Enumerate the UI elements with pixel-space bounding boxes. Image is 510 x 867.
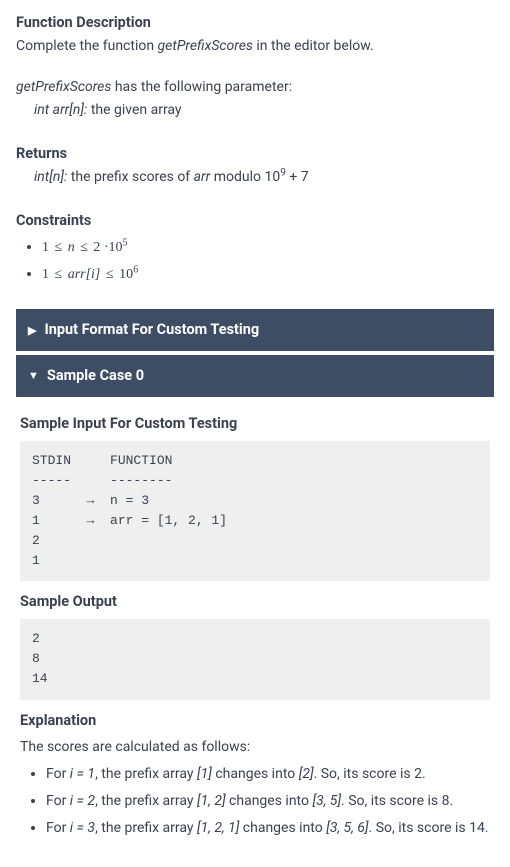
e1-d: . So, its score is 2. bbox=[314, 766, 426, 782]
c1-sup: 5 bbox=[123, 238, 128, 249]
e1-c: changes into bbox=[212, 766, 299, 782]
c2-le2: ≤ bbox=[104, 267, 116, 282]
param-intro-tail: has the following parameter: bbox=[111, 79, 292, 95]
e2-b: , the prefix array bbox=[95, 793, 197, 809]
chevron-down-icon: ▼ bbox=[28, 370, 39, 381]
e3-i2: [1, 2, 1] bbox=[197, 820, 239, 836]
constraint-1: 1 ≤ n ≤ 2 ·105 bbox=[42, 237, 494, 258]
returns-sig: int[n]: bbox=[34, 169, 67, 185]
e1-b: , the prefix array bbox=[95, 766, 197, 782]
param-sig: int arr[n]: bbox=[34, 102, 87, 118]
returns-desc-a: the prefix scores of bbox=[67, 169, 193, 185]
sample-input-heading: Sample Input For Custom Testing bbox=[20, 413, 490, 435]
e2-c: changes into bbox=[226, 793, 313, 809]
returns-item: int[n]: the prefix scores of arr modulo … bbox=[16, 167, 494, 188]
e1-a: For bbox=[46, 766, 70, 782]
returns-desc-c: + 7 bbox=[286, 169, 309, 185]
param-desc: the given array bbox=[87, 102, 181, 118]
c1-le1: ≤ bbox=[53, 240, 65, 255]
c1-a: 1 bbox=[42, 240, 53, 255]
returns-desc-b: modulo 10 bbox=[210, 169, 280, 185]
c2-c: 10 bbox=[116, 267, 134, 282]
c2-b: arr[i] bbox=[64, 267, 104, 282]
e3-b: , the prefix array bbox=[95, 820, 197, 836]
accordion-sample-case-0-title: Sample Case 0 bbox=[47, 365, 144, 387]
function-description-intro: Complete the function getPrefixScores in… bbox=[16, 36, 494, 57]
c1-c: 2 ·10 bbox=[90, 240, 123, 255]
sample-output-code: 2 8 14 bbox=[20, 619, 490, 699]
explanation-heading: Explanation bbox=[20, 710, 490, 732]
returns-heading: Returns bbox=[16, 143, 494, 165]
e2-i2: [1, 2] bbox=[197, 793, 226, 809]
e3-i1: i = 3 bbox=[70, 820, 95, 836]
constraint-2: 1 ≤ arr[i] ≤ 106 bbox=[42, 264, 494, 285]
e2-i1: i = 2 bbox=[70, 793, 95, 809]
explanation-item-1: For i = 1, the prefix array [1] changes … bbox=[46, 764, 490, 785]
constraints-list: 1 ≤ n ≤ 2 ·105 1 ≤ arr[i] ≤ 106 bbox=[16, 237, 494, 285]
constraints-heading: Constraints bbox=[16, 210, 494, 232]
sample-output-heading: Sample Output bbox=[20, 591, 490, 613]
e3-a: For bbox=[46, 820, 70, 836]
c1-le2: ≤ bbox=[78, 240, 90, 255]
e3-d: . So, its score is 14. bbox=[369, 820, 489, 836]
accordion-input-format-title: Input Format For Custom Testing bbox=[44, 319, 259, 341]
param-item: int arr[n]: the given array bbox=[16, 100, 494, 121]
c1-b: n bbox=[64, 240, 78, 255]
e2-d: . So, its score is 8. bbox=[341, 793, 453, 809]
e2-a: For bbox=[46, 793, 70, 809]
chevron-right-icon: ▶ bbox=[28, 325, 36, 336]
explanation-list: For i = 1, the prefix array [1] changes … bbox=[20, 764, 490, 839]
e1-i3: [2] bbox=[299, 766, 314, 782]
c2-sup: 6 bbox=[133, 265, 138, 276]
sample-case-0-body: Sample Input For Custom Testing STDIN FU… bbox=[16, 401, 494, 840]
accordion-input-format[interactable]: ▶ Input Format For Custom Testing bbox=[16, 309, 494, 351]
e3-c: changes into bbox=[239, 820, 326, 836]
fd-intro-fn: getPrefixScores bbox=[158, 38, 253, 54]
e3-i3: [3, 5, 6] bbox=[326, 820, 368, 836]
function-description-heading: Function Description bbox=[16, 12, 494, 34]
c2-le1: ≤ bbox=[53, 267, 65, 282]
sample-input-code: STDIN FUNCTION ----- -------- 3 → n = 3 … bbox=[20, 441, 490, 582]
e2-i3: [3, 5] bbox=[312, 793, 341, 809]
param-intro: getPrefixScores has the following parame… bbox=[16, 77, 494, 98]
explanation-item-3: For i = 3, the prefix array [1, 2, 1] ch… bbox=[46, 818, 490, 839]
e1-i2: [1] bbox=[197, 766, 212, 782]
returns-arr: arr bbox=[194, 169, 211, 185]
explanation-item-2: For i = 2, the prefix array [1, 2] chang… bbox=[46, 791, 490, 812]
param-intro-fn: getPrefixScores bbox=[16, 79, 111, 95]
explanation-intro: The scores are calculated as follows: bbox=[20, 737, 490, 758]
e1-i1: i = 1 bbox=[70, 766, 95, 782]
fd-intro-a: Complete the function bbox=[16, 38, 158, 54]
fd-intro-b: in the editor below. bbox=[253, 38, 374, 54]
accordion-sample-case-0[interactable]: ▼ Sample Case 0 bbox=[16, 355, 494, 397]
c2-a: 1 bbox=[42, 267, 53, 282]
